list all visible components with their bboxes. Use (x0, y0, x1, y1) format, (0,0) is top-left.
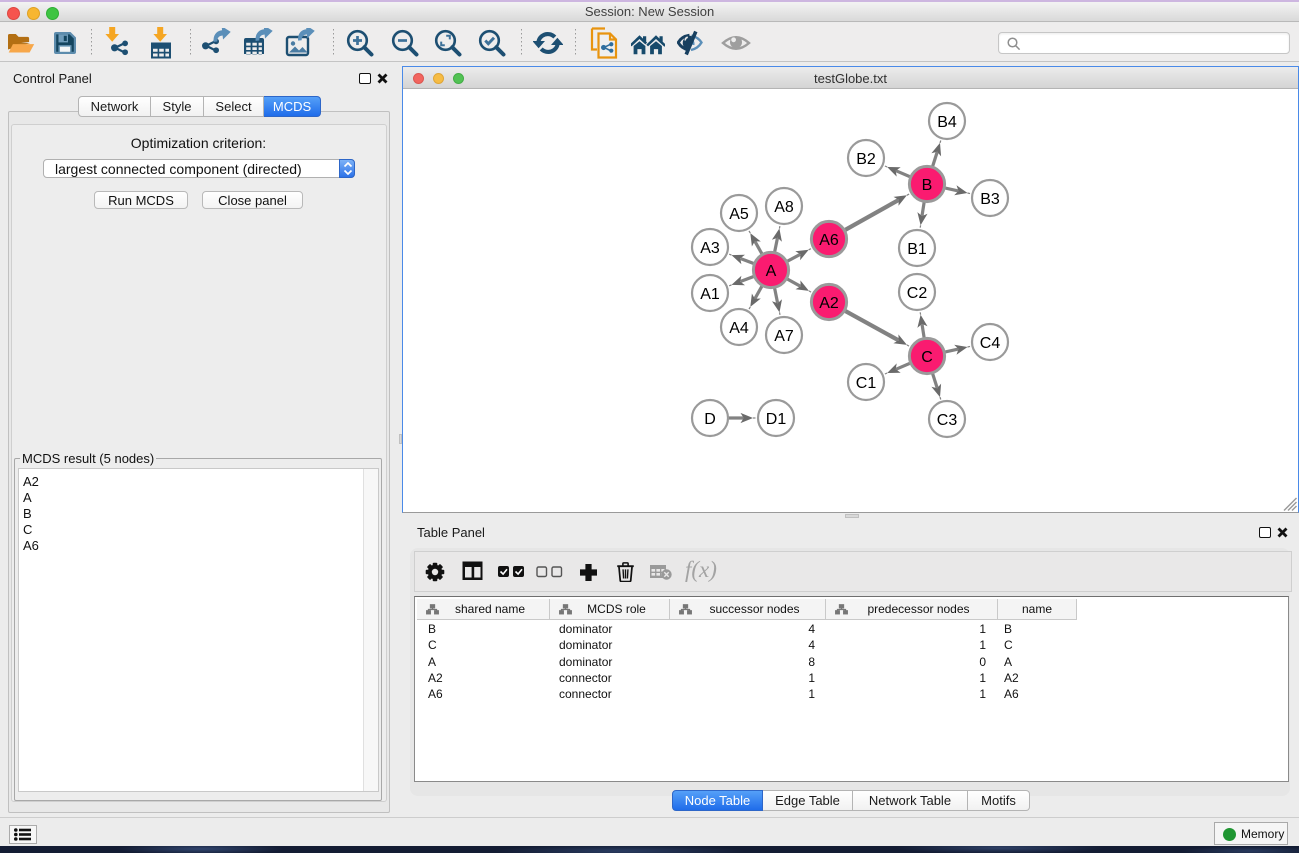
svg-text:D: D (704, 411, 716, 428)
svg-text:B4: B4 (937, 114, 957, 131)
svg-text:C3: C3 (937, 412, 958, 429)
svg-text:A6: A6 (819, 232, 839, 249)
svg-text:A5: A5 (729, 206, 749, 223)
svg-text:A7: A7 (774, 328, 794, 345)
svg-text:C: C (921, 349, 933, 366)
svg-text:A2: A2 (819, 295, 839, 312)
svg-text:B1: B1 (907, 241, 927, 258)
svg-text:C2: C2 (907, 285, 928, 302)
svg-text:A4: A4 (729, 320, 749, 337)
svg-text:A1: A1 (700, 286, 720, 303)
svg-text:C4: C4 (980, 335, 1001, 352)
svg-text:B: B (922, 177, 933, 194)
svg-text:A: A (766, 263, 777, 280)
svg-text:A3: A3 (700, 240, 720, 257)
svg-text:C1: C1 (856, 375, 877, 392)
svg-text:A8: A8 (774, 199, 794, 216)
svg-text:B2: B2 (856, 151, 876, 168)
svg-text:B3: B3 (980, 191, 1000, 208)
svg-text:D1: D1 (766, 411, 787, 428)
